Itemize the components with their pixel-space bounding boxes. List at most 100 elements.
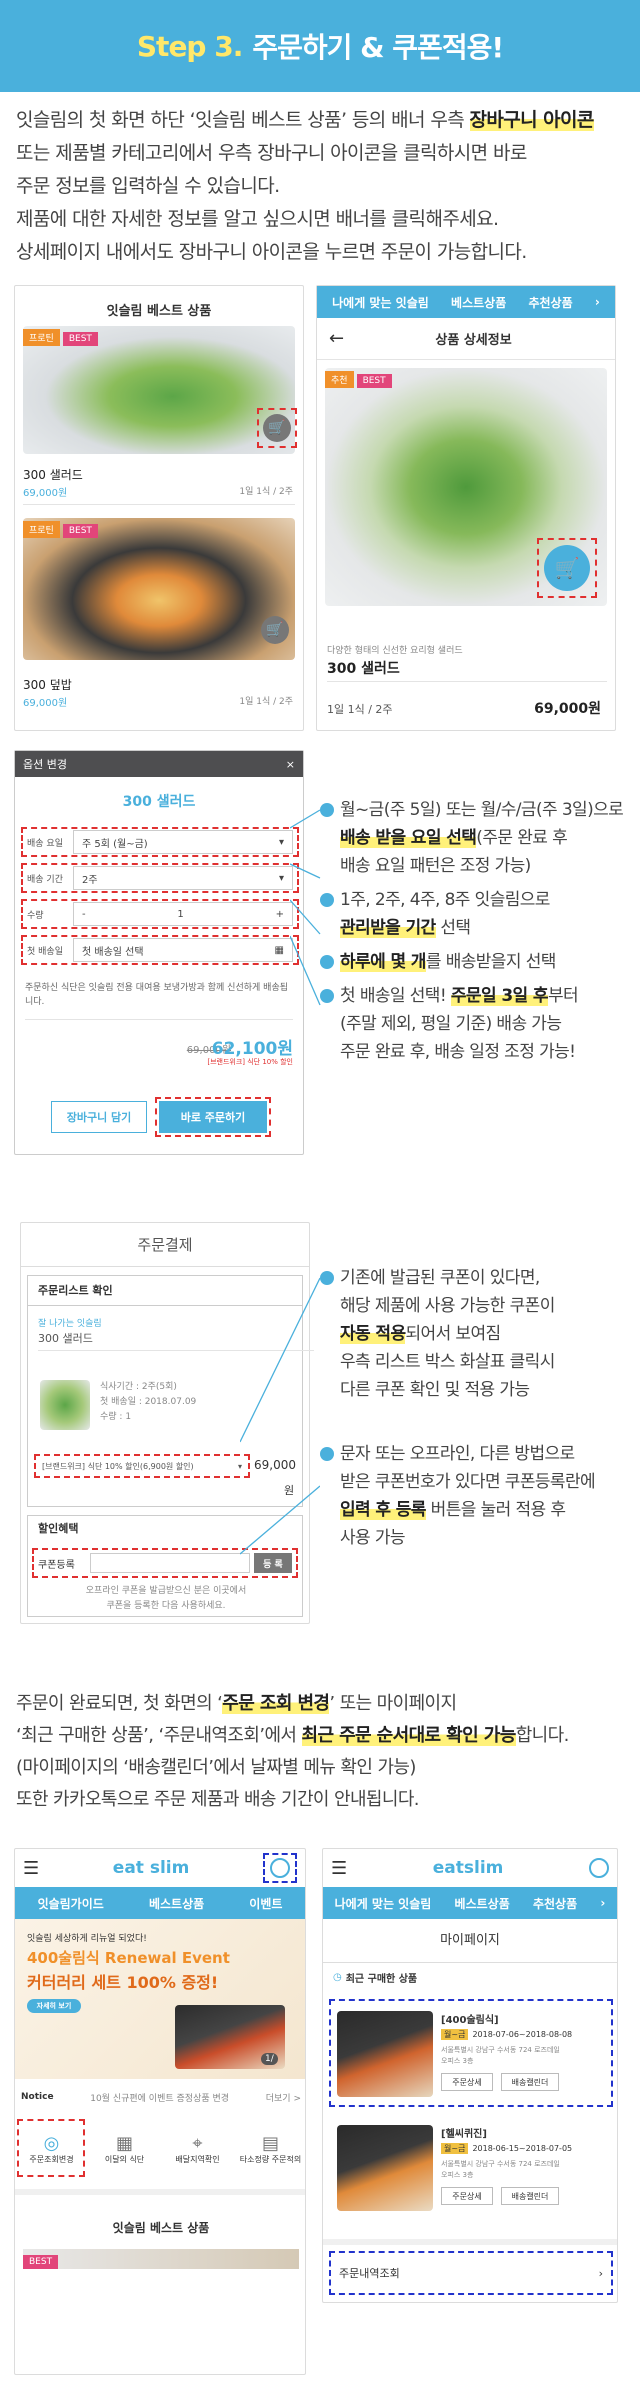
notice-more[interactable]: 더보기 > [266, 2091, 301, 2104]
option-label: 배송 기간 [27, 874, 63, 885]
outro-highlight: 최근 주문 순서대로 확인 가능 [301, 1725, 516, 1746]
outro-line: 또한 카카오톡으로 주문 제품과 배송 기간이 안내됩니다. [16, 1789, 420, 1810]
note-highlight: 하루에 몇 개 [340, 952, 426, 972]
chevron-right-icon[interactable]: › [600, 1896, 605, 1910]
outro-line: 주문이 완료되면, 첫 화면의 ‘ [16, 1693, 223, 1714]
best-preview-image: BEST [23, 2249, 299, 2269]
note-item: 기존에 발급된 쿠폰이 있다면, 해당 제품에 사용 가능한 쿠폰이 자동 적용되어… [320, 1264, 636, 1404]
select-value: 2주 [82, 874, 98, 886]
product-name[interactable]: 300 샐러드 [23, 466, 83, 483]
order-detail-button[interactable]: 주문상세 [441, 2187, 493, 2205]
coupon-value: [브랜드위크] 식단 10% 할인(6,900원 할인) [42, 1461, 194, 1471]
item-name[interactable]: [헬씨퀴진] [441, 2125, 487, 2140]
tab[interactable]: 나에게 맞는 잇슬림 [332, 294, 429, 311]
banner-detail-button[interactable]: 자세히 보기 [27, 1999, 81, 2013]
menu-delivery-area[interactable]: ⌖ 배달지역확인 [165, 2133, 231, 2165]
chevron-right-icon: › [598, 2266, 603, 2280]
payment-title: 주문결제 [21, 1223, 309, 1267]
back-arrow-icon[interactable]: ← [329, 328, 344, 349]
delivery-calendar-button[interactable]: 배송캘린더 [501, 2073, 559, 2091]
coupon-input[interactable] [90, 1553, 250, 1573]
order-now-button[interactable]: 바로 주문하기 [159, 1101, 267, 1133]
option-row-period: 배송 기간 2주 ▾ [21, 863, 299, 893]
coupon-hint: 쿠폰을 등록한 다음 사용하세요. [106, 1601, 226, 1611]
recent-item: [헬씨퀴진] 월~금 2018-06-15~2018-07-05 서울특별시 강남… [329, 2115, 613, 2223]
logo[interactable]: eat slim [113, 1858, 190, 1878]
option-row-delivery-day: 배송 요일 주 5회 (월~금) ▾ [21, 827, 299, 857]
badge: 추천 [325, 371, 354, 388]
bullet-dot [320, 989, 334, 1003]
tab[interactable]: 추천상품 [528, 294, 572, 311]
calendar-icon: ▦ [115, 2133, 133, 2154]
notice-bar[interactable]: Notice 10월 신규편에 이벤트 증정상품 변경 더보기 > [15, 2085, 305, 2109]
option-label: 첫 배송일 [27, 946, 63, 957]
logo[interactable]: eatslim [433, 1858, 504, 1878]
outro-line: 합니다. [515, 1725, 570, 1746]
check-circle-icon: ◎ [43, 2133, 60, 2154]
plus-icon[interactable]: + [276, 909, 284, 920]
tab[interactable]: 잇슬림가이드 [38, 1895, 104, 1912]
divider [15, 2189, 305, 2195]
home-tabs: 잇슬림가이드 베스트상품 이벤트 [15, 1887, 305, 1919]
menu-icon[interactable]: ☰ [331, 1858, 347, 1879]
order-history-link[interactable]: 주문내역조회 › [329, 2251, 613, 2295]
menu-icon[interactable]: ☰ [23, 1858, 39, 1879]
mypage-button[interactable] [263, 1853, 297, 1883]
tab[interactable]: 베스트상품 [149, 1895, 204, 1912]
note-text: 다른 쿠폰 확인 및 적용 가능 [340, 1380, 530, 1400]
product-price: 69,000원 [23, 698, 68, 709]
product-name[interactable]: 300 덮밥 [23, 676, 72, 693]
first-delivery-date-picker[interactable]: 첫 배송일 선택 ▦ [73, 938, 293, 962]
order-detail-button[interactable]: 주문상세 [441, 2073, 493, 2091]
tab[interactable]: 베스트상품 [451, 294, 506, 311]
delivery-calendar-button[interactable]: 배송캘린더 [501, 2187, 559, 2205]
option-desc: 주문하신 식단은 잇슬림 전용 대여용 보냉가방과 함께 신선하게 배송됩니다. [25, 983, 289, 1007]
quantity-stepper[interactable]: - 1 + [73, 902, 293, 926]
tab[interactable]: 나에게 맞는 잇슬림 [335, 1895, 432, 1912]
salad-image[interactable]: 프로틴 BEST 🛒 [23, 326, 297, 454]
note-text: 배송 요일 패턴은 조정 가능) [340, 856, 531, 876]
note-text: 버튼을 눌러 적용 후 [425, 1500, 566, 1520]
menu-order-check[interactable]: ◎ 주문조회변경 [19, 2133, 85, 2165]
note-text: 해당 제품에 사용 가능한 쿠폰이 [340, 1296, 555, 1316]
note-text: 기존에 발급된 쿠폰이 있다면, [340, 1268, 540, 1288]
chevron-right-icon[interactable]: › [595, 295, 600, 309]
order-now-outline: 바로 주문하기 [155, 1097, 271, 1137]
tab[interactable]: 추천상품 [533, 1895, 577, 1912]
badge: BEST [62, 332, 98, 346]
order-history-label: 주문내역조회 [339, 2267, 400, 2280]
note-text: 사용 가능 [340, 1528, 406, 1548]
divider [323, 2239, 617, 2245]
coupon-select[interactable]: [브랜드위크] 식단 10% 할인(6,900원 할인) ▾ [34, 1454, 250, 1478]
select-value: 주 5회 (월~금) [82, 838, 148, 850]
page-title: 상품 상세정보 [435, 333, 512, 348]
divider [25, 1019, 293, 1020]
delivery-day-select[interactable]: 주 5회 (월~금) ▾ [73, 830, 293, 854]
close-icon[interactable]: × [286, 758, 295, 771]
tab[interactable]: 이벤트 [249, 1895, 282, 1912]
item-tag: 월~금 [441, 2143, 469, 2154]
badge: 프로틴 [23, 521, 60, 538]
cart-icon[interactable]: 🛒 [261, 616, 289, 644]
menu-bulk-order[interactable]: ▤ 타소정량 주문적의 [238, 2133, 304, 2165]
note-item: 하루에 몇 개를 배송받을지 선택 [320, 948, 636, 976]
tab[interactable]: 베스트상품 [455, 1895, 510, 1912]
rice-bowl-image[interactable]: 프로틴 BEST 🛒 [23, 518, 295, 660]
menu-monthly-diet[interactable]: ▦ 이달의 식단 [92, 2133, 158, 2165]
minus-icon[interactable]: - [82, 909, 86, 920]
product-name: 300 샐러드 [327, 661, 400, 677]
product-price: 69,000원 [534, 701, 601, 717]
add-to-cart-button[interactable]: 장바구니 담기 [51, 1101, 147, 1133]
cart-button[interactable]: 🛒 [537, 538, 597, 598]
outro-highlight: 주문 조회 변경 [222, 1693, 330, 1714]
event-banner[interactable]: 잇슬림 세상하게 리뉴얼 되었다! 400술림식 Renewal Event 커… [15, 1919, 305, 2079]
user-icon[interactable] [588, 1858, 609, 1878]
item-name[interactable]: [400술림식] [441, 2011, 499, 2026]
intro-line: 주문 정보를 입력하실 수 있습니다. [16, 175, 280, 197]
order-category: 잘 나가는 잇슬림 [38, 1319, 102, 1329]
product-desc: 다양한 형태의 신선한 요리형 샐러드 [327, 646, 463, 656]
order-quantity: 수량 : 1 [100, 1412, 132, 1422]
cart-button[interactable]: 🛒 [257, 408, 297, 448]
period-select[interactable]: 2주 ▾ [73, 866, 293, 890]
item-date: 2018-06-15~2018-07-05 [472, 2144, 573, 2153]
